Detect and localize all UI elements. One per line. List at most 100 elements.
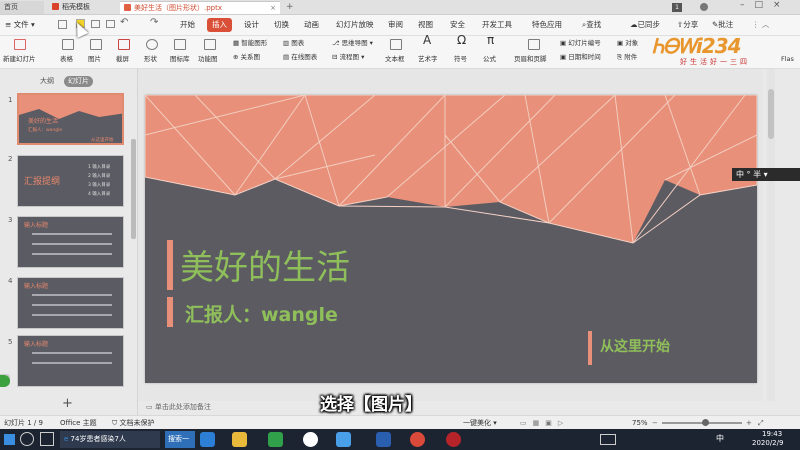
taskbar-search[interactable]: 搜索一下 bbox=[165, 431, 195, 448]
header-footer-button[interactable]: 页眉和页脚 bbox=[514, 55, 547, 64]
taskbar-ime[interactable]: 中 bbox=[716, 433, 724, 444]
panel-scrollbar[interactable] bbox=[131, 139, 136, 239]
share-button[interactable]: ⇧分享 bbox=[677, 18, 698, 32]
chrome-icon[interactable] bbox=[410, 432, 425, 447]
relation-button[interactable]: ⊕ 关系图 bbox=[233, 53, 260, 62]
flash-button[interactable]: Flas bbox=[781, 55, 794, 64]
chart-button[interactable]: ▥ 图表 bbox=[283, 39, 304, 48]
icon-library-button[interactable]: 图标库 bbox=[170, 55, 190, 64]
cortana-icon[interactable] bbox=[20, 432, 34, 446]
slide-title[interactable]: 美好的生活 bbox=[180, 240, 350, 289]
wps-writer-icon[interactable] bbox=[376, 432, 391, 447]
scroll-thumb[interactable] bbox=[768, 89, 774, 139]
clock-date[interactable]: 2020/2/9 bbox=[752, 439, 783, 447]
date-time-button[interactable]: ▣ 日期和时间 bbox=[560, 53, 601, 62]
cloud-drive-icon[interactable] bbox=[303, 432, 318, 447]
ie-icon[interactable] bbox=[200, 432, 215, 447]
clock-time[interactable]: 19:43 bbox=[762, 430, 782, 438]
slide-thumb-2[interactable]: 汇报提纲 1 输入目录 2 输入目录 3 输入目录 4 输入目录 bbox=[17, 155, 124, 207]
formula-icon[interactable]: π bbox=[487, 34, 494, 46]
slide-thumb-1[interactable]: 美好的生活 汇报人：wangle 从这里开始 bbox=[17, 93, 124, 145]
slide-main[interactable]: 美好的生活 汇报人：wangle 从这里开始 bbox=[145, 95, 757, 383]
shape-icon[interactable] bbox=[146, 39, 158, 50]
menu-insert[interactable]: 插入 bbox=[207, 18, 232, 32]
screenshot-button[interactable]: 截屏 bbox=[116, 55, 129, 64]
new-tab-icon[interactable]: + bbox=[286, 2, 294, 12]
notification-badge[interactable]: 1 bbox=[672, 3, 682, 12]
task-view-icon[interactable] bbox=[40, 432, 54, 446]
menu-transition[interactable]: 切换 bbox=[274, 18, 289, 32]
window-controls[interactable]: –□× bbox=[740, 0, 791, 10]
mind-map-button[interactable]: ⎇ 思维导图 ▾ bbox=[332, 39, 373, 48]
notes-bar[interactable]: ▭ 单击此处添加备注 bbox=[140, 401, 760, 414]
textbox-button[interactable]: 文本框 bbox=[385, 55, 405, 64]
menu-security[interactable]: 安全 bbox=[450, 18, 465, 32]
menu-animation[interactable]: 动画 bbox=[304, 18, 319, 32]
tab-template[interactable]: 稻壳模板 bbox=[48, 1, 114, 14]
view-mode-icons[interactable]: ▭▦▣▷ bbox=[520, 416, 569, 430]
avatar[interactable] bbox=[700, 3, 708, 11]
menu-developer[interactable]: 开发工具 bbox=[482, 18, 512, 32]
slide-thumb-5[interactable]: 输入标题 bbox=[17, 335, 124, 387]
shape-button[interactable]: 形状 bbox=[144, 55, 157, 64]
new-slide-button[interactable]: 新建幻灯片 bbox=[3, 55, 36, 64]
tab-outline[interactable]: 大纲 bbox=[36, 76, 58, 87]
close-tab-icon[interactable]: × bbox=[270, 2, 276, 14]
image-button[interactable]: 图片 bbox=[88, 55, 101, 64]
print-icon[interactable] bbox=[91, 20, 100, 28]
ime-toolbar[interactable]: 中 ° 半 ▾ bbox=[732, 168, 800, 181]
start-text[interactable]: 从这里开始 bbox=[600, 336, 670, 356]
smart-shape-button[interactable]: ▦ 智能图形 bbox=[233, 39, 267, 48]
explorer-icon[interactable] bbox=[232, 432, 247, 447]
art-text-button[interactable]: 艺术字 bbox=[418, 55, 438, 64]
menu-review[interactable]: 审阅 bbox=[388, 18, 403, 32]
sync-button[interactable]: ☁已同步 bbox=[630, 18, 660, 32]
zoom-out-icon[interactable]: − bbox=[652, 416, 658, 430]
tab-home[interactable]: 首页 bbox=[0, 1, 44, 14]
menu-design[interactable]: 设计 bbox=[244, 18, 259, 32]
store-icon[interactable] bbox=[268, 432, 283, 447]
object-button[interactable]: ▣ 对象 bbox=[617, 39, 638, 48]
preview-icon[interactable] bbox=[106, 20, 115, 28]
menu-special[interactable]: 特色应用 bbox=[532, 18, 562, 32]
record-icon[interactable] bbox=[446, 432, 461, 447]
zoom-level[interactable]: 75% bbox=[632, 416, 648, 430]
search-box[interactable]: ⌕查找 bbox=[582, 18, 601, 32]
slide-thumb-4[interactable]: 输入标题 bbox=[17, 277, 124, 329]
fit-window-icon[interactable]: ⤢ bbox=[758, 416, 764, 430]
attachment-button[interactable]: ⎘ 附件 bbox=[617, 53, 637, 62]
beautify-button[interactable]: 一键美化 ▾ bbox=[463, 416, 497, 430]
image-icon[interactable] bbox=[90, 39, 102, 50]
taskbar-news-app[interactable]: e 74岁患者感染7人 bbox=[60, 431, 160, 448]
slide-thumb-3[interactable]: 输入标题 bbox=[17, 216, 124, 268]
undo-icon[interactable]: ↶ bbox=[120, 17, 128, 28]
header-footer-icon[interactable] bbox=[528, 39, 540, 50]
table-icon[interactable] bbox=[62, 39, 74, 50]
canvas-scrollbar[interactable] bbox=[767, 69, 775, 401]
zoom-in-icon[interactable]: + bbox=[746, 416, 752, 430]
symbol-icon[interactable]: Ω bbox=[457, 34, 466, 46]
redo-icon[interactable]: ↷ bbox=[150, 17, 158, 28]
reporter-text[interactable]: 汇报人：wangle bbox=[185, 300, 338, 327]
function-chart-button[interactable]: 功能图 bbox=[198, 55, 218, 64]
keyboard-icon[interactable] bbox=[600, 434, 616, 445]
save-icon[interactable] bbox=[58, 20, 67, 29]
zoom-slider-handle[interactable] bbox=[702, 419, 709, 426]
add-slide-button[interactable]: + bbox=[62, 396, 73, 411]
symbol-button[interactable]: 符号 bbox=[454, 55, 467, 64]
function-chart-icon[interactable] bbox=[204, 39, 216, 50]
more-icon[interactable]: ⋮ ︿ bbox=[752, 18, 769, 32]
textbox-icon[interactable] bbox=[390, 39, 402, 50]
tab-slides[interactable]: 幻灯片 bbox=[64, 76, 93, 87]
flowchart-button[interactable]: ⊟ 流程图 ▾ bbox=[332, 53, 364, 62]
icon-library-icon[interactable] bbox=[174, 39, 186, 50]
art-text-icon[interactable]: A bbox=[423, 34, 431, 46]
windows-start-icon[interactable] bbox=[4, 434, 15, 445]
table-button[interactable]: 表格 bbox=[60, 55, 73, 64]
protect-status[interactable]: ⛉ 文档未保护 bbox=[112, 416, 154, 430]
menu-slideshow[interactable]: 幻灯片放映 bbox=[336, 18, 374, 32]
app-icon[interactable] bbox=[336, 432, 351, 447]
new-slide-icon[interactable] bbox=[14, 39, 26, 50]
formula-button[interactable]: 公式 bbox=[483, 55, 496, 64]
comment-button[interactable]: ✎批注 bbox=[712, 18, 733, 32]
